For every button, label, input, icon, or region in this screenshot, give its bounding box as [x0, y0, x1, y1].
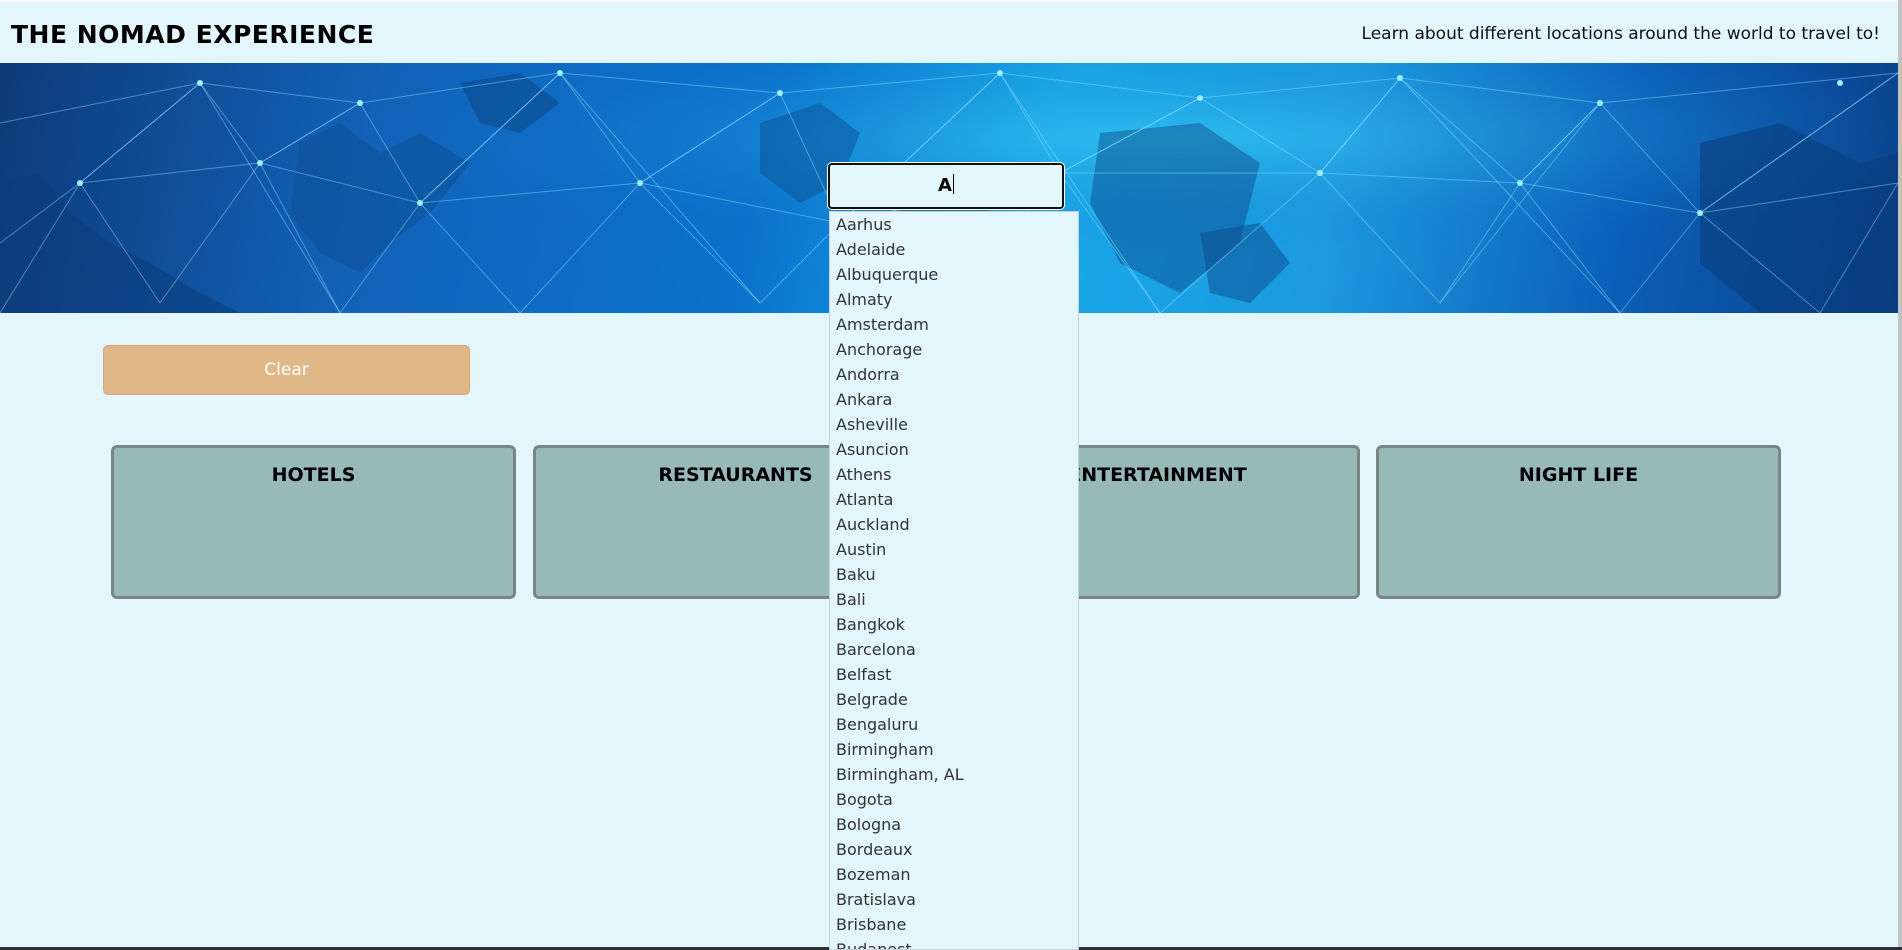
suggestion-item[interactable]: Almaty [830, 287, 1078, 312]
suggestion-item[interactable]: Aarhus [830, 212, 1078, 237]
search-input-value: A [938, 175, 952, 196]
suggestion-item[interactable]: Birmingham, AL [830, 762, 1078, 787]
night-life-card[interactable]: NIGHT LIFE [1376, 445, 1781, 599]
suggestion-item[interactable]: Austin [830, 537, 1078, 562]
suggestion-item[interactable]: Bali [830, 587, 1078, 612]
night-life-card-title: NIGHT LIFE [1518, 464, 1639, 486]
suggestion-item[interactable]: Andorra [830, 362, 1078, 387]
suggestion-item[interactable]: Bengaluru [830, 712, 1078, 737]
suggestion-item[interactable]: Baku [830, 562, 1078, 587]
page: THE NOMAD EXPERIENCE Learn about differe… [0, 0, 1902, 950]
hotels-card-title: HOTELS [271, 464, 356, 486]
suggestion-item[interactable]: Bratislava [830, 887, 1078, 912]
location-suggestions-dropdown[interactable]: Aarhus Adelaide Albuquerque Almaty Amsterdam… [829, 211, 1079, 950]
site-title: THE NOMAD EXPERIENCE [11, 20, 375, 49]
suggestion-item[interactable]: Albuquerque [830, 262, 1078, 287]
suggestion-item[interactable]: Belgrade [830, 687, 1078, 712]
location-search-input[interactable]: A [828, 163, 1064, 209]
suggestion-item[interactable]: Asuncion [830, 437, 1078, 462]
suggestion-item[interactable]: Bologna [830, 812, 1078, 837]
suggestion-item[interactable]: Bordeaux [830, 837, 1078, 862]
suggestion-item[interactable]: Adelaide [830, 237, 1078, 262]
suggestion-item[interactable]: Birmingham [830, 737, 1078, 762]
page-scrollbar-thumb[interactable] [1898, 0, 1902, 947]
suggestion-item[interactable]: Anchorage [830, 337, 1078, 362]
suggestion-item[interactable]: Brisbane [830, 912, 1078, 937]
site-tagline: Learn about different locations around t… [1361, 24, 1880, 44]
suggestion-item[interactable]: Bozeman [830, 862, 1078, 887]
suggestion-item[interactable]: Bogota [830, 787, 1078, 812]
site-header: THE NOMAD EXPERIENCE Learn about differe… [0, 2, 1902, 63]
suggestion-item[interactable]: Amsterdam [830, 312, 1078, 337]
suggestion-item[interactable]: Budapest [830, 937, 1078, 949]
suggestion-item[interactable]: Athens [830, 462, 1078, 487]
hotels-card[interactable]: HOTELS [111, 445, 516, 599]
suggestion-item[interactable]: Auckland [830, 512, 1078, 537]
suggestion-item[interactable]: Atlanta [830, 487, 1078, 512]
text-caret [952, 174, 954, 194]
suggestion-item[interactable]: Asheville [830, 412, 1078, 437]
suggestion-item[interactable]: Ankara [830, 387, 1078, 412]
clear-button[interactable]: Clear [103, 345, 470, 395]
suggestion-item[interactable]: Bangkok [830, 612, 1078, 637]
suggestion-item[interactable]: Barcelona [830, 637, 1078, 662]
suggestion-item[interactable]: Belfast [830, 662, 1078, 687]
